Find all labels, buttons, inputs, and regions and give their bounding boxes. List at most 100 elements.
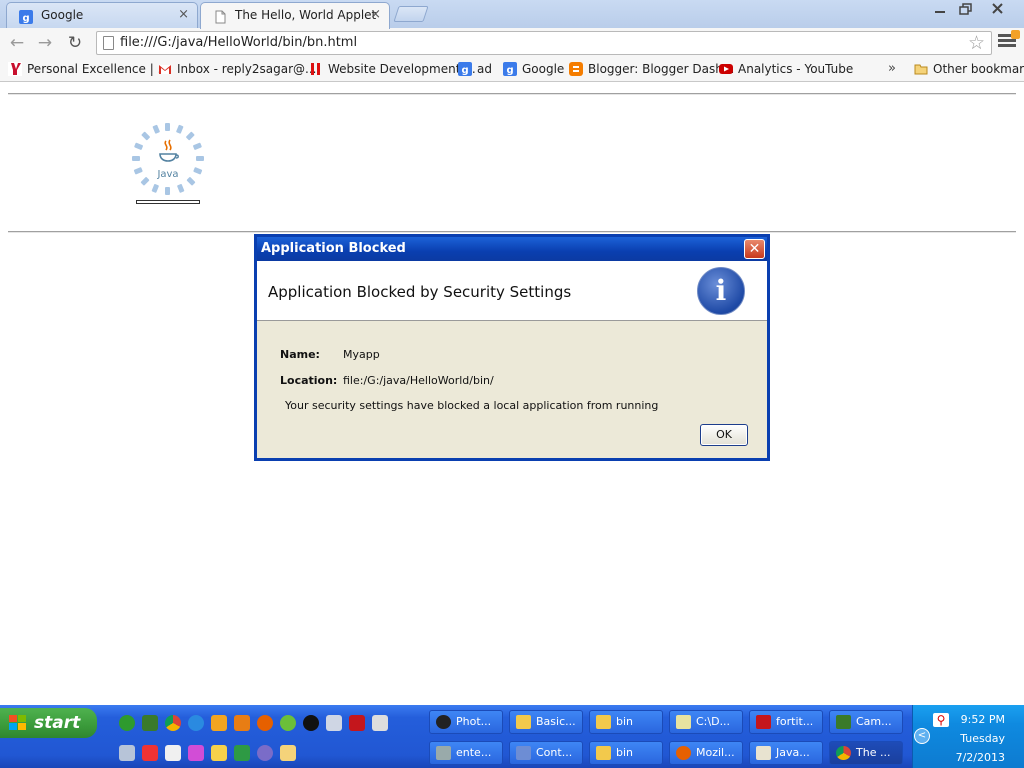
bookmark-analytics-youtube[interactable]: Analytics - YouTube (719, 62, 853, 76)
new-tab-button[interactable] (393, 6, 429, 22)
chrome-icon (836, 746, 851, 760)
update-warning-icon (1011, 30, 1020, 39)
dialog-titlebar[interactable]: Application Blocked ✕ (257, 237, 767, 261)
forward-arrow-icon[interactable]: → (33, 32, 57, 54)
tab-hello-world-applet[interactable]: The Hello, World Applet × (200, 2, 390, 29)
filezilla-icon[interactable] (349, 715, 365, 731)
svg-text:g: g (507, 65, 514, 76)
name-value: Myapp (343, 348, 380, 361)
bookmarks-overflow-chevron-icon[interactable]: » (888, 61, 896, 76)
bookmark-google[interactable]: g Google (503, 62, 564, 76)
bookmark-blogger[interactable]: Blogger: Blogger Dash... (569, 62, 734, 76)
google-icon: g (458, 62, 472, 76)
google-favicon-icon: g (19, 8, 33, 24)
dialog-header: Application Blocked by Security Settings… (257, 261, 767, 321)
task-label: Basic... (536, 715, 576, 728)
pen-icon (436, 746, 451, 760)
clock-time[interactable]: 9:52 PM (913, 713, 1024, 726)
close-window-button[interactable] (984, 0, 1012, 18)
minimize-button[interactable] (926, 0, 954, 18)
bookmark-star-icon[interactable]: ☆ (968, 32, 985, 54)
address-bar[interactable]: file:///G:/java/HelloWorld/bin/bn.html ☆ (96, 31, 992, 55)
folder-icon[interactable] (280, 745, 296, 761)
photo-icon (436, 715, 451, 729)
display-icon[interactable] (326, 715, 342, 731)
clock-app-icon[interactable] (211, 715, 227, 731)
utorrent-icon[interactable] (119, 715, 135, 731)
svg-text:g: g (462, 65, 469, 76)
firefox-icon[interactable] (257, 715, 273, 731)
bookmark-label: ad (477, 62, 492, 76)
google-icon: g (503, 62, 517, 76)
camtasia-icon[interactable] (142, 715, 158, 731)
tab-close-icon[interactable]: × (178, 3, 189, 27)
application-blocked-dialog: Application Blocked ✕ Application Blocke… (254, 234, 770, 461)
system-tray: ⚲ < 9:52 PM Tuesday 7/2/2013 (912, 705, 1024, 768)
task-chrome-active[interactable]: The ... (829, 741, 903, 765)
svg-text:g: g (23, 13, 30, 24)
video-icon[interactable] (142, 745, 158, 761)
task-control-panel[interactable]: Cont... (509, 741, 583, 765)
folder-icon (914, 62, 928, 76)
media-icon[interactable] (280, 715, 296, 731)
dialog-message: Your security settings have blocked a lo… (285, 399, 659, 412)
ok-button[interactable]: OK (700, 424, 748, 446)
task-java[interactable]: Java... (749, 741, 823, 765)
task-label: Phot... (456, 715, 492, 728)
tab-google[interactable]: g Google × (6, 2, 198, 28)
java-icon (756, 746, 771, 760)
start-button[interactable]: start (0, 708, 97, 738)
disk-icon[interactable] (211, 745, 227, 761)
dialog-title: Application Blocked (261, 241, 406, 256)
task-photo[interactable]: Phot... (429, 710, 503, 734)
restore-button[interactable] (952, 0, 980, 18)
document-icon[interactable] (165, 745, 181, 761)
dialog-close-icon[interactable]: ✕ (744, 239, 765, 259)
task-label: fortit... (776, 715, 814, 728)
address-url[interactable]: file:///G:/java/HelloWorld/bin/bn.html (120, 35, 357, 50)
photo-app-icon[interactable] (303, 715, 319, 731)
task-notepad[interactable]: C:\D... (669, 710, 743, 734)
bookmark-ad[interactable]: g ad (458, 62, 492, 76)
chrome-icon[interactable] (165, 715, 181, 731)
youtube-icon (719, 62, 733, 76)
globe-icon[interactable] (257, 745, 273, 761)
dialog-heading: Application Blocked by Security Settings (268, 283, 572, 301)
task-label: The ... (856, 746, 891, 759)
app-icon[interactable] (188, 745, 204, 761)
back-arrow-icon[interactable]: ← (5, 32, 29, 54)
paint-icon[interactable] (234, 715, 250, 731)
task-basic-folder[interactable]: Basic... (509, 710, 583, 734)
location-value: file:/G:/java/HelloWorld/bin/ (343, 374, 494, 387)
reload-icon[interactable]: ↻ (63, 32, 87, 54)
bookmark-personal-excellence[interactable]: Personal Excellence | ... (8, 62, 169, 76)
document-favicon-icon (213, 8, 227, 24)
horizontal-rule (8, 93, 1016, 95)
applet-progress-bar (136, 200, 200, 204)
filezilla-icon (756, 715, 771, 729)
bookmark-label: Blogger: Blogger Dash... (588, 62, 735, 76)
cursor-icon[interactable] (372, 715, 388, 731)
task-filezilla[interactable]: fortit... (749, 710, 823, 734)
task-camtasia[interactable]: Cam... (829, 710, 903, 734)
chrome-menu-icon[interactable] (998, 30, 1020, 50)
tab-close-icon[interactable]: × (370, 3, 381, 27)
task-bin-folder-2[interactable]: bin (589, 741, 663, 765)
location-label: Location: (280, 374, 338, 387)
notepad-icon (676, 715, 691, 729)
excel-icon[interactable] (234, 745, 250, 761)
gmail-icon (158, 62, 172, 76)
task-label: bin (616, 746, 634, 759)
bookmark-label: Analytics - YouTube (738, 62, 854, 76)
task-mozilla[interactable]: Mozil... (669, 741, 743, 765)
task-enter[interactable]: ente... (429, 741, 503, 765)
bookmark-gmail-inbox[interactable]: Inbox - reply2sagar@... (158, 62, 317, 76)
settings-icon[interactable] (119, 745, 135, 761)
other-bookmarks-folder[interactable]: Other bookmarks (914, 62, 1024, 76)
bookmark-website-development[interactable]: Website Development ... (309, 62, 476, 76)
name-label: Name: (280, 348, 320, 361)
task-bin-folder[interactable]: bin (589, 710, 663, 734)
browser-toolbar: ← → ↻ file:///G:/java/HelloWorld/bin/bn.… (0, 28, 1024, 58)
ie-icon[interactable] (188, 715, 204, 731)
folder-icon (596, 746, 611, 760)
